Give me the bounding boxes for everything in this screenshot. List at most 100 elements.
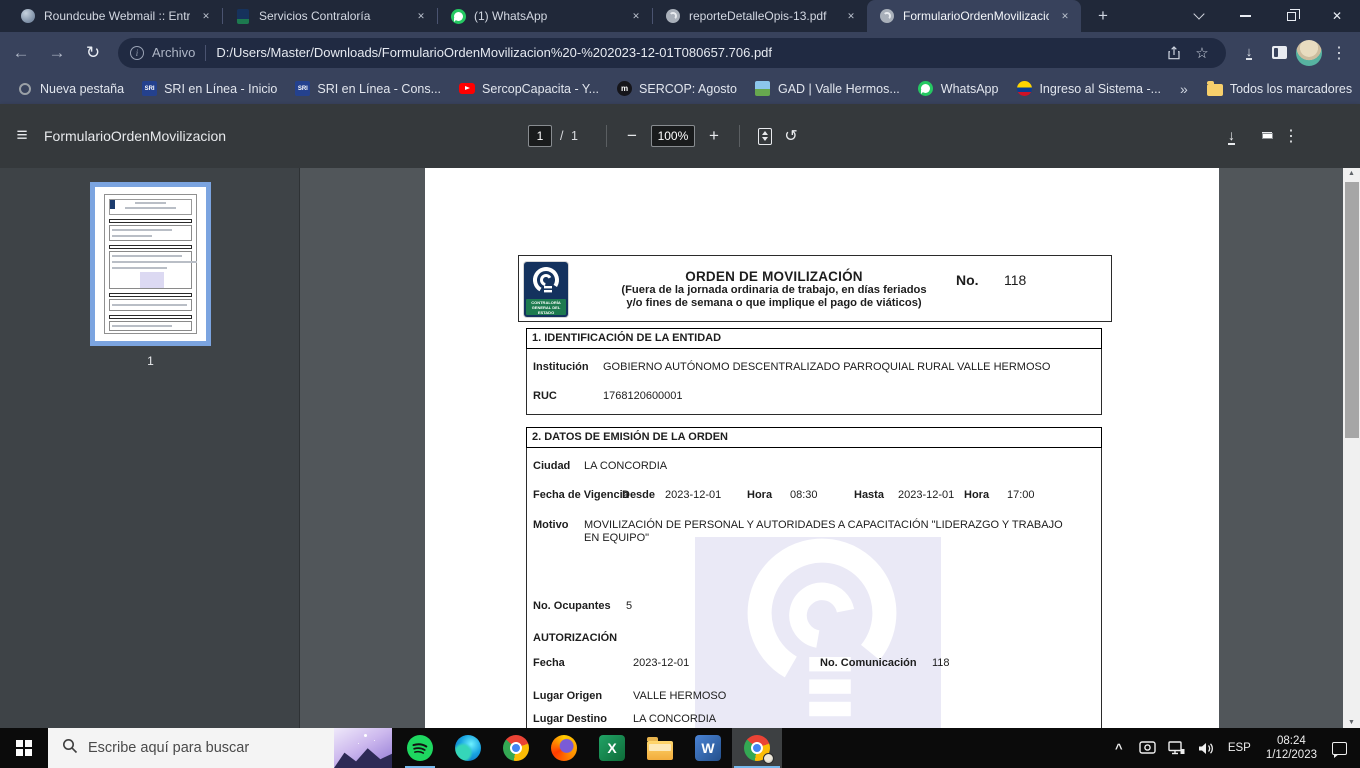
profile-avatar[interactable] [1294,38,1324,68]
bookmark-sri-inicio[interactable]: SRI SRI en Línea - Inicio [133,77,286,101]
action-center-icon[interactable] [1328,728,1350,768]
vertical-scrollbar[interactable]: ▲ ▼ [1343,168,1360,728]
tab-contraloria[interactable]: Servicios Contraloría ✕ [223,0,437,32]
browser-menu-icon[interactable]: ⋮ [1324,38,1354,68]
page-info-icon[interactable]: i [130,46,144,60]
scroll-up-icon[interactable]: ▲ [1343,170,1360,177]
taskbar-chrome-active-icon[interactable] [732,728,782,768]
roundcube-favicon-icon [20,8,36,24]
bookmark-sri-consultas[interactable]: SRI SRI en Línea - Cons... [286,77,450,101]
address-scheme-label: Archivo [152,45,195,60]
search-icon [62,738,78,759]
fit-page-icon[interactable] [752,123,778,149]
tab-formulario-active[interactable]: FormularioOrdenMovilizacion ✕ [867,0,1081,32]
new-tab-button[interactable]: + [1089,2,1117,30]
search-highlight-art [334,728,392,768]
logo-caption: CONTRALORÍA GENERAL DEL ESTADO [526,299,566,315]
bookmarks-bar: Nueva pestaña SRI SRI en Línea - Inicio … [0,73,1360,104]
scroll-down-icon[interactable]: ▼ [1343,719,1360,726]
reload-icon[interactable]: ↻ [78,38,108,68]
gad-icon [755,81,771,97]
bookmark-ingreso-sistema[interactable]: Ingreso al Sistema -... [1007,77,1170,101]
hidden-icons-chevron-icon[interactable]: ^ [1108,728,1130,768]
volume-icon[interactable] [1195,728,1217,768]
sercop-icon: m [617,81,632,96]
tab-close-icon[interactable]: ✕ [628,8,644,24]
share-icon[interactable] [1160,39,1188,67]
cast-icon[interactable] [1137,728,1159,768]
start-button[interactable] [0,728,48,768]
scrollbar-thumb[interactable] [1345,182,1359,438]
bookmarks-overflow-chevrons-icon[interactable]: » [1170,77,1198,101]
tab-title: (1) WhatsApp [474,9,620,23]
bookmark-sercop-agosto[interactable]: m SERCOP: Agosto [608,77,746,101]
taskbar-excel-icon[interactable]: X [588,728,636,768]
form-title: ORDEN DE MOVILIZACIÓN [564,269,984,284]
ocupantes-value: 5 [626,600,632,613]
origen-label: Lugar Origen [533,690,602,703]
tab-roundcube[interactable]: Roundcube Webmail :: Entra ✕ [8,0,222,32]
bookmark-nueva-pestana[interactable]: Nueva pestaña [8,77,133,101]
pdf-download-icon[interactable]: ↓ [1228,127,1235,145]
hasta-hora: 17:00 [1007,489,1035,502]
taskbar-chrome-icon[interactable] [492,728,540,768]
bookmark-sercop-youtube[interactable]: SercopCapacita - Y... [450,77,608,101]
taskbar-firefox-icon[interactable] [540,728,588,768]
tab-strip: Roundcube Webmail :: Entra ✕ Servicios C… [0,0,1360,32]
taskbar-spotify-icon[interactable] [396,728,444,768]
zoom-out-icon[interactable]: − [619,123,645,149]
profile-badge-icon [763,753,774,764]
language-indicator[interactable]: ESP [1224,728,1255,768]
sri-icon: SRI [142,81,157,96]
taskbar-file-explorer-icon[interactable] [636,728,684,768]
cge-logo-icon: CONTRALORÍA GENERAL DEL ESTADO [524,262,568,317]
bookmark-gad-valle-hermoso[interactable]: GAD | Valle Hermos... [746,77,909,101]
ruc-label: RUC [533,390,557,403]
thumbnail-page-number: 1 [90,354,211,368]
back-icon[interactable]: ← [6,38,36,68]
forward-icon[interactable]: → [42,38,72,68]
window-controls: ✕ [1176,0,1360,32]
pdf-document-title: FormularioOrdenMovilizacion [44,128,226,144]
pdf-favicon-icon [879,8,895,24]
close-window-button[interactable]: ✕ [1314,0,1360,32]
network-icon[interactable] [1166,728,1188,768]
minimize-button[interactable] [1222,0,1268,32]
ruc-value: 1768120600001 [603,390,683,403]
pdf-actions: ↓ ⋮ [1228,104,1299,168]
tab-close-icon[interactable]: ✕ [413,8,429,24]
restore-button[interactable] [1268,0,1314,32]
bookmark-star-icon[interactable]: ☆ [1188,39,1216,67]
tab-close-icon[interactable]: ✕ [843,8,859,24]
side-panel-icon[interactable] [1264,38,1294,68]
comunicacion-value: 118 [932,657,950,670]
fecha-value: 2023-12-01 [633,657,689,670]
form-number-label: No. [956,272,979,288]
pdf-more-icon[interactable]: ⋮ [1283,126,1299,146]
institucion-label: Institución [533,361,589,374]
address-bar[interactable]: i Archivo D:/Users/Master/Downloads/Form… [118,38,1226,68]
page-thumbnail[interactable] [90,182,211,346]
taskbar-search-input[interactable]: Escribe aquí para buscar [48,728,392,768]
downloads-icon[interactable]: ↓ [1234,38,1264,68]
rotate-icon[interactable]: ↻ [778,123,804,149]
tab-close-icon[interactable]: ✕ [198,8,214,24]
folder-icon [1207,81,1223,97]
thumbnail-page [104,194,197,334]
tray-time: 08:24 [1266,734,1317,748]
taskbar-word-icon[interactable]: W [684,728,732,768]
desde-hora: 08:30 [790,489,818,502]
tab-whatsapp[interactable]: (1) WhatsApp ✕ [438,0,652,32]
bookmark-whatsapp[interactable]: WhatsApp [909,77,1008,101]
taskbar-edge-icon[interactable] [444,728,492,768]
all-bookmarks-button[interactable]: Todos los marcadores [1198,77,1360,101]
tab-search-chevron-icon[interactable] [1176,0,1222,32]
page-number-input[interactable]: 1 [528,125,552,147]
tray-clock[interactable]: 08:241/12/2023 [1262,728,1321,768]
zoom-in-icon[interactable]: + [701,123,727,149]
contraloria-favicon-icon [235,8,251,24]
pdf-menu-icon[interactable]: ≡ [0,125,44,147]
address-url: D:/Users/Master/Downloads/FormularioOrde… [216,45,1160,60]
tab-reporte-pdf[interactable]: reporteDetalleOpis-13.pdf ✕ [653,0,867,32]
tab-close-icon[interactable]: ✕ [1057,8,1073,24]
